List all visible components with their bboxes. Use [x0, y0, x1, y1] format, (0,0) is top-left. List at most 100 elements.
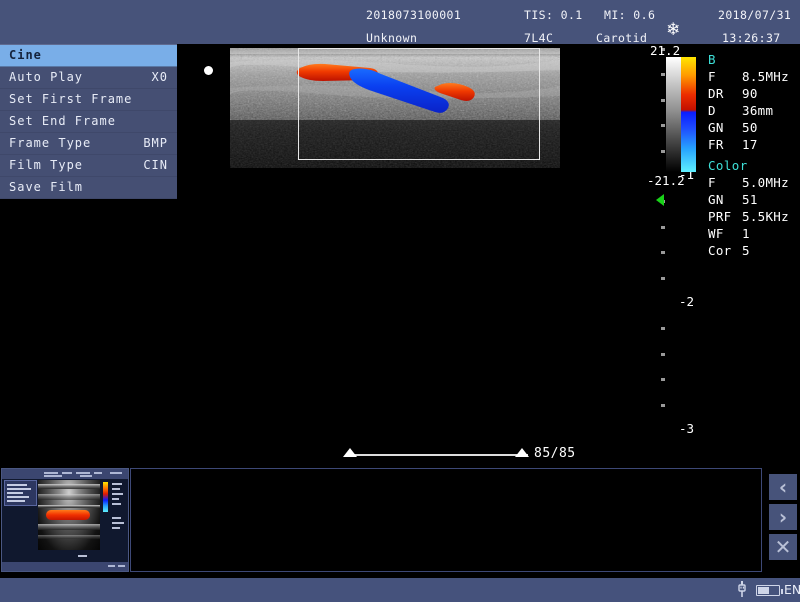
param-f: F 5.0MHz [708, 175, 798, 192]
param-key: F [708, 69, 716, 84]
colorbar-top-value: 21.2 [650, 44, 681, 58]
thumbnail-image [38, 480, 100, 550]
ruler-tick [661, 352, 665, 356]
ultrasound-screen: 2018073100001 Unknown TIS: 0.1 7L4C MI: … [0, 0, 800, 602]
param-value: 1 [742, 226, 750, 241]
colorbar-bottom-value: -21.2 [647, 173, 685, 188]
menu-item-label: Frame Type [9, 136, 92, 150]
param-value: 17 [742, 137, 758, 152]
cine-thumbnail-1[interactable] [1, 468, 129, 572]
thumbnail-next-button[interactable]: › [769, 504, 797, 530]
menu-item-value: BMP [143, 136, 168, 150]
menu-item-label: Save Film [9, 180, 84, 194]
ruler-tick [661, 124, 665, 128]
status-bar: EN [0, 578, 800, 602]
freeze-snowflake-icon: ❄ [667, 18, 679, 40]
param-key: GN [708, 120, 724, 135]
ruler-tick [661, 149, 665, 153]
param-key: GN [708, 192, 724, 207]
tis-value: TIS: 0.1 [524, 8, 583, 22]
param-value: 50 [742, 120, 758, 135]
thumbnail-close-button[interactable]: ✕ [769, 534, 797, 560]
ruler-tick [661, 327, 665, 331]
velocity-colorbar: 21.2 -21.2 [647, 44, 708, 188]
param-f: F 8.5MHz [708, 69, 798, 86]
usb-icon[interactable] [736, 581, 748, 599]
color-group-title: Color [708, 158, 748, 173]
doppler-velocity-scale [681, 57, 696, 172]
param-key: WF [708, 226, 724, 241]
patient-id: 2018073100001 [366, 8, 462, 22]
cine-track[interactable] [350, 454, 528, 456]
cine-start-marker[interactable] [343, 448, 357, 457]
language-indicator[interactable]: EN [784, 582, 800, 597]
ruler-tick [661, 98, 665, 102]
param-cor: Cor 5 [708, 243, 798, 260]
color-parameter-list: F 5.0MHz GN 51 PRF 5.5KHz WF 1 Cor 5 [708, 175, 798, 260]
system-date: 2018/07/31 [718, 8, 792, 22]
cine-scrub-bar[interactable]: 85/85 [340, 446, 575, 464]
strip-empty-panel [130, 468, 762, 572]
param-value: 36mm [742, 103, 774, 118]
ruler-tick [661, 276, 665, 280]
param-value: 5.5KHz [742, 209, 789, 224]
param-value: 8.5MHz [742, 69, 789, 84]
cine-frame-counter: 85/85 [534, 446, 576, 461]
menu-item-label: Cine [9, 48, 42, 62]
menu-item-set-end-frame[interactable]: Set End Frame [0, 111, 177, 133]
param-value: 90 [742, 86, 758, 101]
probe-name: 7L4C [524, 31, 554, 45]
cine-thumbnail-strip: ‹ › ✕ [0, 464, 800, 578]
system-time: 13:26:37 [722, 31, 781, 45]
param-key: F [708, 175, 716, 190]
menu-item-save-film[interactable]: Save Film [0, 177, 177, 199]
ultrasound-image-canvas[interactable]: -1 -2 -3 21.2 -21.2 B F 8.5MHz DR 90 D 36mm GN 50… [177, 44, 800, 464]
thumbnail-footer [2, 562, 128, 571]
ruler-tick [661, 251, 665, 255]
menu-item-film-type[interactable]: Film Type CIN [0, 155, 177, 177]
thumbnail-header [2, 469, 128, 479]
param-value: 5.0MHz [742, 175, 789, 190]
thumbnail-colorbar [103, 482, 108, 512]
imaging-parameters-panel: B F 8.5MHz DR 90 D 36mm GN 50 FR 17 Color F 5.0MHz… [708, 52, 798, 260]
param-prf: PRF 5.5KHz [708, 209, 798, 226]
param-wf: WF 1 [708, 226, 798, 243]
menu-item-label: Set First Frame [9, 92, 133, 106]
focus-zone-marker[interactable] [656, 194, 664, 207]
grayscale-colorbar [666, 57, 681, 172]
param-value: 5 [742, 243, 750, 258]
thumbnail-vessel [46, 510, 90, 520]
menu-item-frame-type[interactable]: Frame Type BMP [0, 133, 177, 155]
ruler-tick [661, 378, 665, 382]
param-dr: DR 90 [708, 86, 798, 103]
param-gn: GN 51 [708, 192, 798, 209]
ruler-tick [661, 403, 665, 407]
param-gn: GN 50 [708, 120, 798, 137]
menu-item-auto-play[interactable]: Auto Play X0 [0, 67, 177, 89]
param-key: FR [708, 137, 724, 152]
battery-icon [756, 585, 783, 596]
param-value: 51 [742, 192, 758, 207]
menu-item-label: Set End Frame [9, 114, 116, 128]
thumbnail-menu [4, 480, 37, 506]
color-doppler-roi-box[interactable] [298, 48, 540, 160]
exam-type: Carotid [596, 31, 648, 45]
orientation-dot [204, 66, 213, 75]
ruler-tick [661, 225, 665, 229]
param-d: D 36mm [708, 103, 798, 120]
menu-item-set-first-frame[interactable]: Set First Frame [0, 89, 177, 111]
menu-item-value: CIN [143, 158, 168, 172]
cine-menu-panel: Cine Auto Play X0 Set First Frame Set End Fr… [0, 44, 177, 199]
menu-item-label: Film Type [9, 158, 84, 172]
param-key: DR [708, 86, 724, 101]
cine-end-marker[interactable] [515, 448, 529, 457]
menu-item-cine[interactable]: Cine [0, 45, 177, 67]
header-bar: 2018073100001 Unknown TIS: 0.1 7L4C MI: … [0, 0, 800, 45]
menu-item-label: Auto Play [9, 70, 84, 84]
bmode-group-title: B [708, 52, 716, 67]
param-key: D [708, 103, 716, 118]
thumbnail-prev-button[interactable]: ‹ [769, 474, 797, 500]
menu-item-value: X0 [151, 70, 168, 84]
param-key: Cor [708, 243, 732, 258]
patient-name: Unknown [366, 31, 418, 45]
